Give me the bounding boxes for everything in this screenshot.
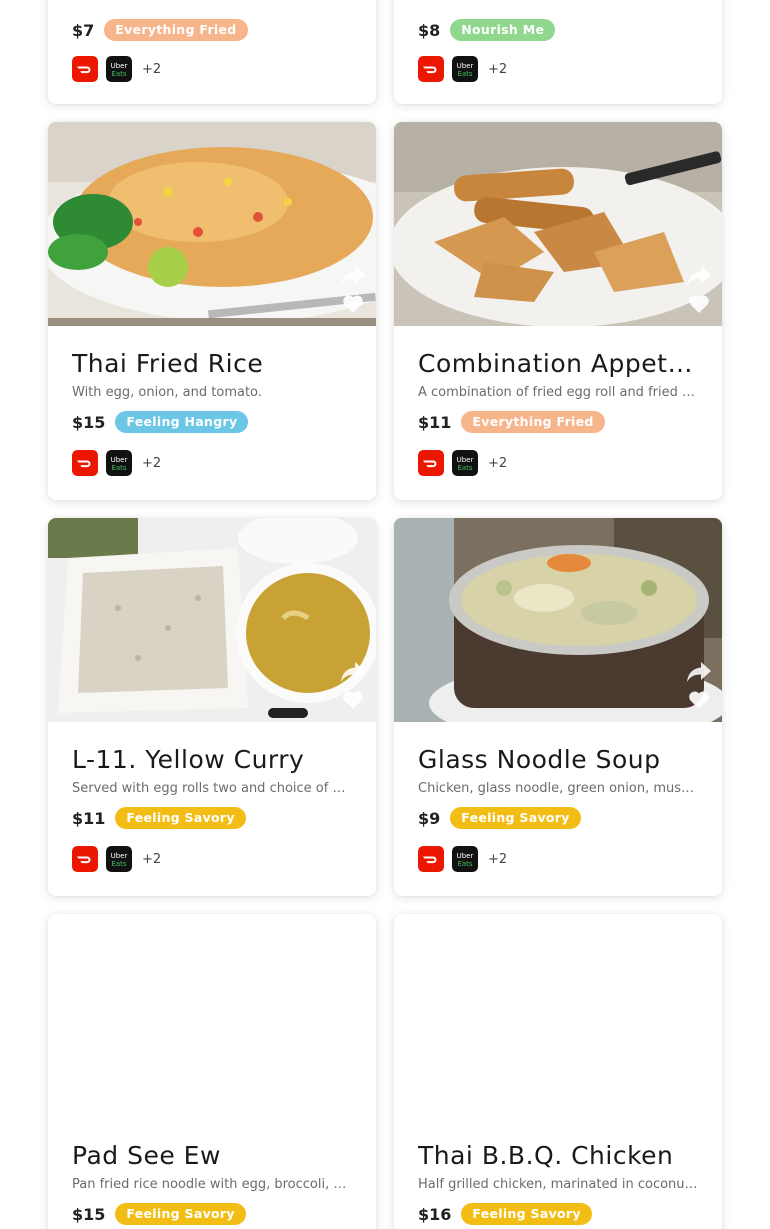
dish-description: Half grilled chicken, marinated in cocon…	[418, 1177, 698, 1192]
more-providers-count[interactable]: +2	[488, 852, 507, 867]
category-badge[interactable]: Feeling Savory	[450, 807, 581, 829]
menu-card-top-right[interactable]: $8 Nourish Me Uber Eats +2	[394, 0, 722, 104]
menu-card-top-left[interactable]: $7 Everything Fried Uber Eats +2	[48, 0, 376, 104]
dish-photo-placeholder[interactable]	[394, 914, 722, 1118]
share-icon[interactable]	[686, 660, 712, 684]
svg-text:Eats: Eats	[457, 860, 472, 868]
price: $9	[418, 808, 441, 828]
dish-photo-art	[394, 518, 722, 722]
ubereats-logo-icon[interactable]: UberEats	[452, 56, 478, 82]
svg-text:Uber: Uber	[111, 456, 128, 464]
dish-photo[interactable]	[394, 518, 722, 722]
doordash-logo-icon[interactable]	[418, 450, 444, 476]
dish-description: A combination of fried egg roll and frie…	[418, 385, 698, 400]
price: $16	[418, 1204, 452, 1224]
more-providers-count[interactable]: +2	[488, 62, 507, 77]
category-badge[interactable]: Feeling Hangry	[115, 411, 249, 433]
price: $15	[72, 1204, 106, 1224]
more-providers-count[interactable]: +2	[142, 852, 161, 867]
dish-title[interactable]: Pad See Ew	[72, 1140, 352, 1172]
svg-text:Eats: Eats	[457, 464, 472, 472]
dish-photo[interactable]	[48, 518, 376, 722]
share-icon[interactable]	[340, 264, 366, 288]
dish-photo-placeholder[interactable]	[48, 914, 376, 1118]
ubereats-logo-icon[interactable]: UberEats	[452, 846, 478, 872]
menu-card-glass-noodle-soup[interactable]: Glass Noodle Soup Chicken, glass noodle,…	[394, 518, 722, 896]
dish-description: With egg, onion, and tomato.	[72, 385, 262, 400]
menu-card-thai-fried-rice[interactable]: Thai Fried Rice With egg, onion, and tom…	[48, 122, 376, 500]
dish-photo-art	[48, 122, 376, 326]
svg-text:Uber: Uber	[457, 852, 474, 860]
price: $11	[418, 412, 452, 432]
more-providers-count[interactable]: +2	[488, 456, 507, 471]
dish-photo-art	[48, 518, 376, 722]
doordash-logo-icon[interactable]	[72, 846, 98, 872]
ubereats-logo-icon[interactable]: UberEats	[106, 450, 132, 476]
favorite-heart-icon[interactable]	[688, 294, 710, 314]
price: $15	[72, 412, 106, 432]
dish-title[interactable]: Combination Appetizer	[418, 348, 698, 380]
dish-photo[interactable]	[394, 122, 722, 326]
ubereats-logo-icon[interactable]: UberEats	[452, 450, 478, 476]
svg-text:Uber: Uber	[111, 852, 128, 860]
dish-photo[interactable]	[48, 122, 376, 326]
price: $7	[72, 20, 95, 40]
svg-text:Eats: Eats	[111, 70, 126, 78]
doordash-logo-icon[interactable]	[72, 56, 98, 82]
menu-card-pad-see-ew[interactable]: Pad See Ew Pan fried rice noodle with eg…	[48, 914, 376, 1229]
doordash-logo-icon[interactable]	[418, 846, 444, 872]
svg-text:Uber: Uber	[457, 456, 474, 464]
doordash-logo-icon[interactable]	[72, 450, 98, 476]
menu-card-thai-bbq-chicken[interactable]: Thai B.B.Q. Chicken Half grilled chicken…	[394, 914, 722, 1229]
favorite-heart-icon[interactable]	[342, 294, 364, 314]
category-badge[interactable]: Everything Fried	[104, 19, 248, 41]
dish-title[interactable]: Glass Noodle Soup	[418, 744, 698, 776]
dish-photo-art	[394, 122, 722, 326]
category-badge[interactable]: Feeling Savory	[115, 807, 246, 829]
svg-text:Uber: Uber	[457, 62, 474, 70]
dish-description: Pan fried rice noodle with egg, broccoli…	[72, 1177, 352, 1192]
ubereats-logo-icon[interactable]: UberEats	[106, 846, 132, 872]
dish-title[interactable]: L-11. Yellow Curry	[72, 744, 352, 776]
dish-title[interactable]: Thai B.B.Q. Chicken	[418, 1140, 698, 1172]
doordash-logo-icon[interactable]	[418, 56, 444, 82]
ubereats-logo-icon[interactable]: UberEats	[106, 56, 132, 82]
category-badge[interactable]: Nourish Me	[450, 19, 556, 41]
category-badge[interactable]: Feeling Savory	[115, 1203, 246, 1225]
price: $8	[418, 20, 441, 40]
menu-card-yellow-curry[interactable]: L-11. Yellow Curry Served with egg rolls…	[48, 518, 376, 896]
share-icon[interactable]	[340, 660, 366, 684]
dish-description: Served with egg rolls two and choice of …	[72, 781, 352, 796]
favorite-heart-icon[interactable]	[688, 690, 710, 710]
dish-title[interactable]: Thai Fried Rice	[72, 348, 352, 380]
more-providers-count[interactable]: +2	[142, 456, 161, 471]
favorite-heart-icon[interactable]	[342, 690, 364, 710]
menu-card-combination-appetizer[interactable]: Combination Appetizer A combination of f…	[394, 122, 722, 500]
category-badge[interactable]: Everything Fried	[461, 411, 605, 433]
price: $11	[72, 808, 106, 828]
share-icon[interactable]	[686, 264, 712, 288]
svg-text:Eats: Eats	[457, 70, 472, 78]
dish-description: Chicken, glass noodle, green onion, mush…	[418, 781, 698, 796]
category-badge[interactable]: Feeling Savory	[461, 1203, 592, 1225]
more-providers-count[interactable]: +2	[142, 62, 161, 77]
svg-text:Eats: Eats	[111, 464, 126, 472]
svg-text:Uber: Uber	[111, 62, 128, 70]
svg-text:Eats: Eats	[111, 860, 126, 868]
